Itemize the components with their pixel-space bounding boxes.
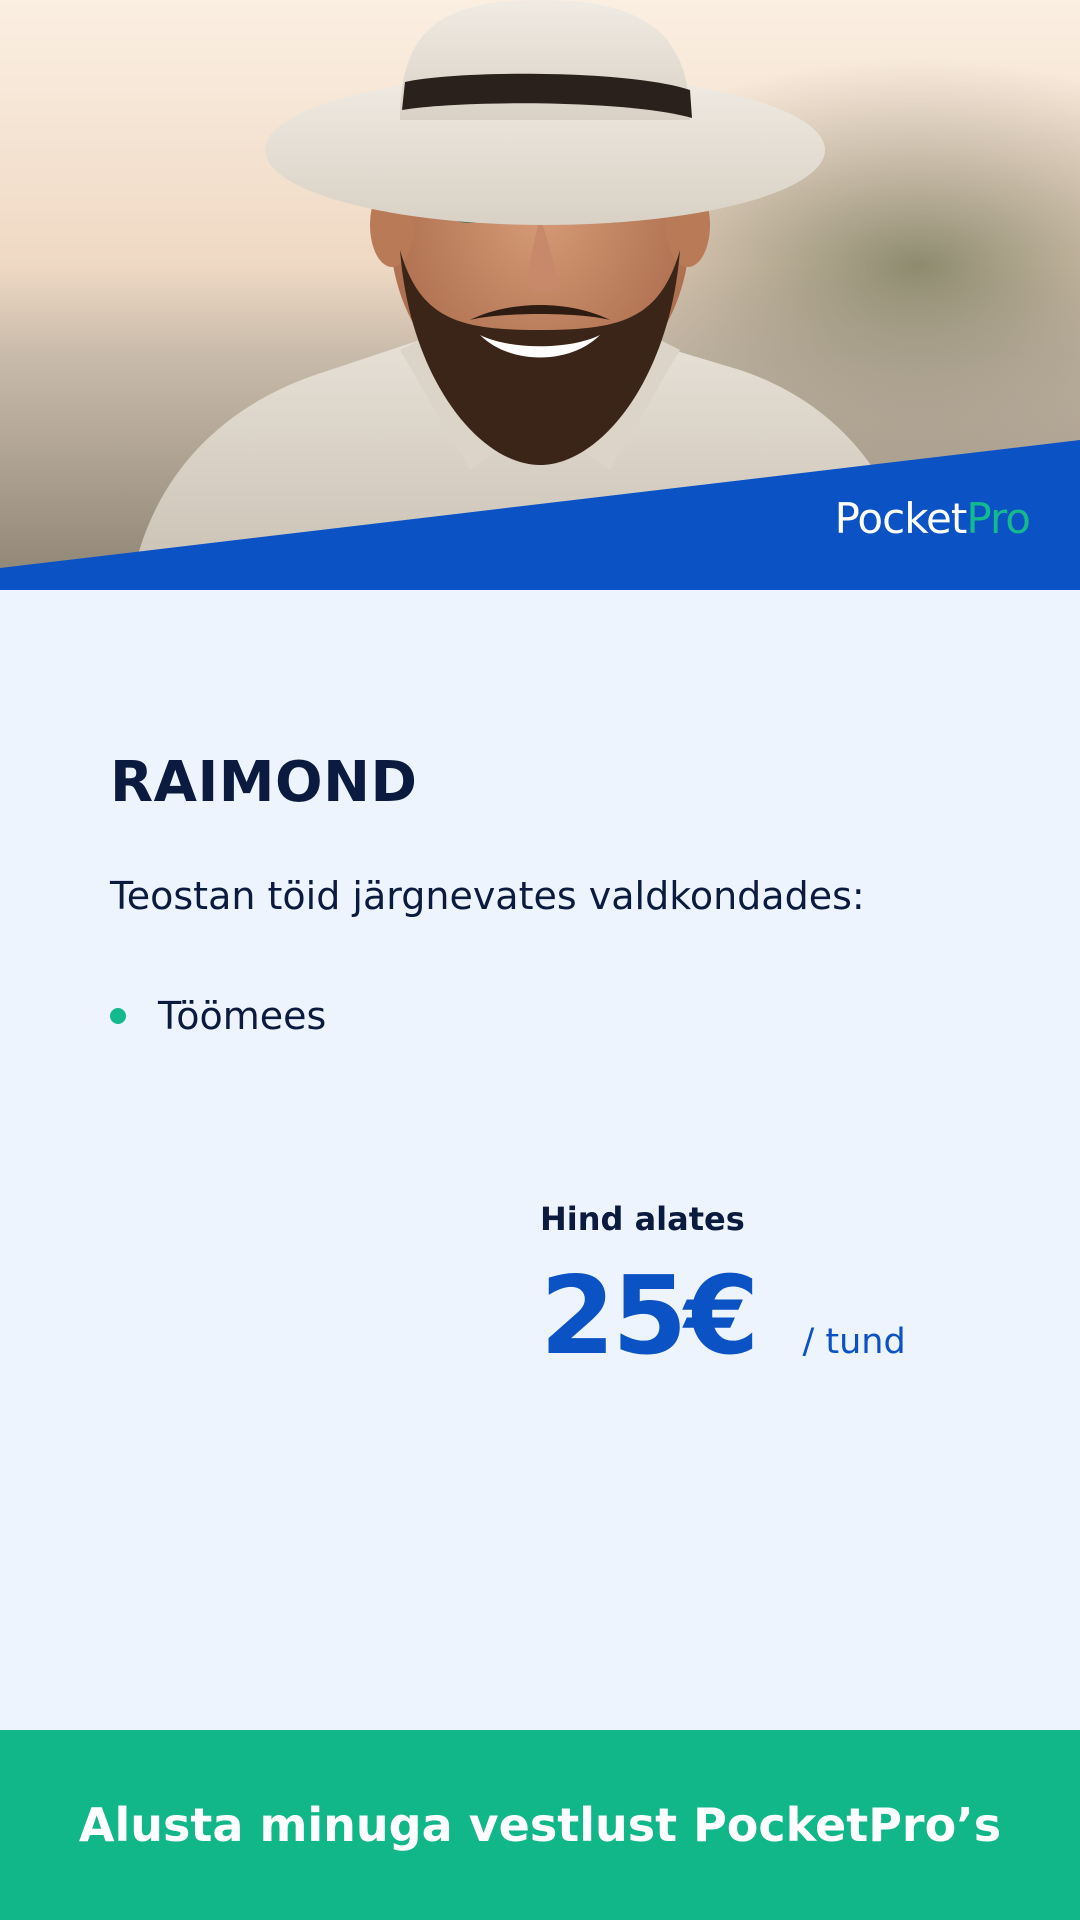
price-label: Hind alates — [540, 1200, 745, 1238]
profile-name: RAIMOND — [110, 750, 418, 815]
list-item: Töömees — [110, 994, 326, 1038]
price-value: 25€ — [540, 1254, 759, 1379]
price-row: 25€ / tund — [540, 1254, 906, 1379]
start-chat-button-label: Alusta minuga vestlust PocketPro’s — [78, 1798, 1002, 1852]
start-chat-button[interactable]: Alusta minuga vestlust PocketPro’s — [0, 1730, 1080, 1920]
brand-logo-part2: Pro — [966, 494, 1031, 543]
service-list: Töömees — [110, 994, 326, 1038]
service-label: Töömees — [158, 994, 327, 1038]
brand-logo-part1: Pocket — [834, 494, 968, 543]
brand-logo: PocketPro — [835, 498, 1031, 540]
price-unit: / tund — [802, 1322, 906, 1362]
profile-intro: Teostan töid järgnevates valdkondades: — [110, 874, 865, 918]
hero-banner: PocketPro — [0, 0, 1080, 590]
price-block: Hind alates 25€ / tund — [540, 1200, 980, 1376]
bullet-icon — [110, 1008, 126, 1024]
